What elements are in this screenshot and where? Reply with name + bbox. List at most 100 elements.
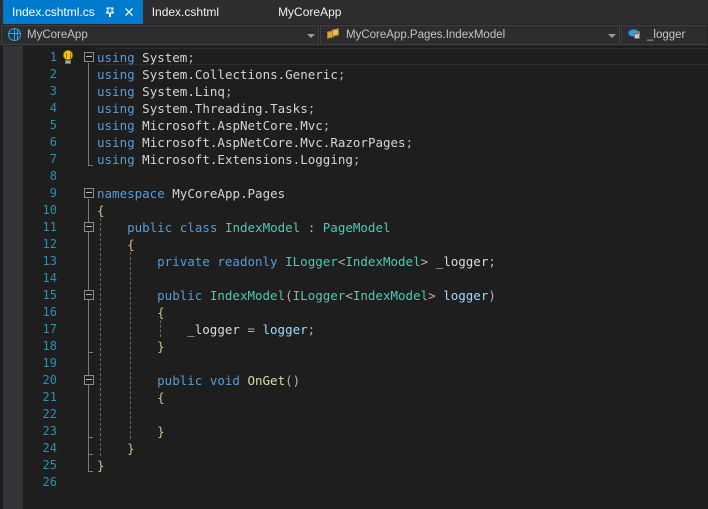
line-number: 15 bbox=[42, 288, 57, 302]
code-token: > bbox=[428, 288, 444, 303]
code-line[interactable]: using System; bbox=[97, 49, 195, 66]
code-token: PageModel bbox=[322, 220, 391, 235]
code-token: { bbox=[97, 203, 105, 218]
pin-icon[interactable] bbox=[103, 5, 117, 19]
code-line[interactable]: } bbox=[157, 423, 165, 440]
line-number: 13 bbox=[42, 254, 57, 268]
tab-label: Index.cshtml.cs bbox=[12, 5, 95, 19]
type-dropdown[interactable]: MyCoreApp.Pages.IndexModel bbox=[320, 25, 620, 45]
code-line[interactable]: using System.Collections.Generic; bbox=[97, 66, 345, 83]
code-token: } bbox=[157, 424, 165, 439]
fold-toggle[interactable] bbox=[84, 290, 94, 300]
indent-guide bbox=[160, 320, 162, 337]
code-editor[interactable]: 1 2 3 4 5 6 7 8 9 10 11 12 13 14 15 16 17 18 19 20 21 22 23 24 2… bbox=[0, 46, 708, 509]
code-token: { bbox=[157, 305, 165, 320]
code-token: logger bbox=[443, 288, 489, 303]
code-line[interactable]: } bbox=[157, 338, 165, 355]
code-token: ; bbox=[307, 101, 316, 116]
code-token: using bbox=[97, 135, 135, 150]
lightbulb-icon[interactable] bbox=[61, 50, 75, 65]
code-line[interactable]: using Microsoft.AspNetCore.Mvc.RazorPage… bbox=[97, 134, 413, 151]
code-line[interactable]: namespace MyCoreApp.Pages bbox=[97, 185, 285, 202]
code-token: () bbox=[285, 373, 301, 388]
code-surface[interactable]: using System; using System.Collections.Ge… bbox=[97, 46, 708, 509]
code-token: ; bbox=[488, 254, 496, 269]
code-token: MyCoreApp.Pages bbox=[172, 186, 286, 201]
code-token: ( bbox=[285, 288, 293, 303]
code-token: System bbox=[142, 50, 188, 65]
globe-icon bbox=[7, 27, 23, 43]
code-line[interactable]: private readonly ILogger<IndexModel> _lo… bbox=[157, 253, 496, 270]
project-dropdown[interactable]: MyCoreApp bbox=[1, 25, 319, 45]
code-line[interactable]: { bbox=[127, 236, 135, 253]
code-line[interactable]: public class IndexModel : PageModel bbox=[127, 219, 390, 236]
code-token: ; bbox=[224, 84, 233, 99]
code-line[interactable]: using System.Linq; bbox=[97, 83, 233, 100]
code-line[interactable]: { bbox=[97, 202, 105, 219]
line-number: 9 bbox=[49, 186, 57, 200]
code-line[interactable]: } bbox=[97, 457, 105, 474]
code-token: } bbox=[157, 339, 165, 354]
chevron-down-icon[interactable] bbox=[304, 26, 318, 44]
tab-label: MyCoreApp bbox=[278, 5, 342, 19]
line-number: 20 bbox=[42, 373, 57, 387]
code-token: ILogger bbox=[292, 288, 346, 303]
code-line[interactable]: using System.Threading.Tasks; bbox=[97, 100, 315, 117]
code-token: } bbox=[127, 441, 135, 456]
line-number: 6 bbox=[49, 135, 57, 149]
code-line[interactable]: _logger = logger; bbox=[187, 321, 315, 338]
type-dropdown-label: MyCoreApp.Pages.IndexModel bbox=[346, 29, 506, 41]
indent-guide bbox=[100, 218, 101, 456]
code-token: ; bbox=[352, 152, 361, 167]
code-line[interactable]: using Microsoft.AspNetCore.Mvc; bbox=[97, 117, 330, 134]
code-token: Microsoft.AspNetCore.Mvc.RazorPages bbox=[142, 135, 406, 150]
fold-toggle[interactable] bbox=[84, 375, 94, 385]
fold-toggle[interactable] bbox=[84, 188, 94, 198]
code-line[interactable]: using Microsoft.Extensions.Logging; bbox=[97, 151, 360, 168]
indicator-margin[interactable] bbox=[3, 46, 23, 509]
code-token: void bbox=[209, 373, 240, 388]
member-dropdown[interactable]: _logger bbox=[621, 25, 707, 45]
tab-mycoreapp[interactable]: MyCoreApp bbox=[268, 0, 351, 24]
code-line[interactable]: { bbox=[157, 304, 165, 321]
code-token: using bbox=[97, 118, 135, 133]
code-line[interactable]: } bbox=[127, 440, 135, 457]
line-number: 12 bbox=[42, 237, 57, 251]
code-token: public bbox=[157, 288, 203, 303]
code-line[interactable]: public void OnGet() bbox=[157, 372, 300, 389]
code-token: ; bbox=[405, 135, 414, 150]
code-token: { bbox=[157, 390, 165, 405]
fold-toggle[interactable] bbox=[84, 222, 94, 232]
glyph-margin[interactable] bbox=[59, 46, 81, 509]
outlining-margin[interactable] bbox=[81, 46, 97, 509]
member-dropdown-label: _logger bbox=[647, 29, 686, 41]
line-number: 23 bbox=[42, 424, 57, 438]
code-token: public bbox=[127, 220, 173, 235]
code-token: IndexModel bbox=[224, 220, 301, 235]
fold-region-line bbox=[88, 301, 89, 352]
line-number: 1 bbox=[49, 50, 57, 64]
tab-index-cshtml[interactable]: Index.cshtml bbox=[142, 0, 227, 24]
code-token: using bbox=[97, 67, 135, 82]
close-icon[interactable] bbox=[122, 5, 136, 19]
code-token: logger bbox=[262, 322, 308, 337]
line-number-gutter: 1 2 3 4 5 6 7 8 9 10 11 12 13 14 15 16 17 18 19 20 21 22 23 24 2… bbox=[23, 46, 59, 509]
chevron-down-icon[interactable] bbox=[605, 26, 619, 44]
project-dropdown-label: MyCoreApp bbox=[27, 29, 88, 41]
line-number: 22 bbox=[42, 407, 57, 421]
code-token: = bbox=[239, 322, 263, 337]
code-line[interactable]: public IndexModel(ILogger<IndexModel> lo… bbox=[157, 287, 496, 304]
code-token: } bbox=[97, 458, 105, 473]
tab-index-cshtml-cs[interactable]: Index.cshtml.cs bbox=[3, 0, 143, 24]
code-token: class bbox=[179, 220, 218, 235]
line-number: 10 bbox=[42, 203, 57, 217]
fold-toggle[interactable] bbox=[84, 52, 94, 62]
tab-label: Index.cshtml bbox=[151, 5, 220, 19]
code-token: ; bbox=[337, 67, 346, 82]
line-number: 24 bbox=[42, 441, 57, 455]
code-token: < bbox=[345, 288, 353, 303]
indent-guide bbox=[130, 252, 132, 439]
code-line[interactable]: { bbox=[157, 389, 165, 406]
